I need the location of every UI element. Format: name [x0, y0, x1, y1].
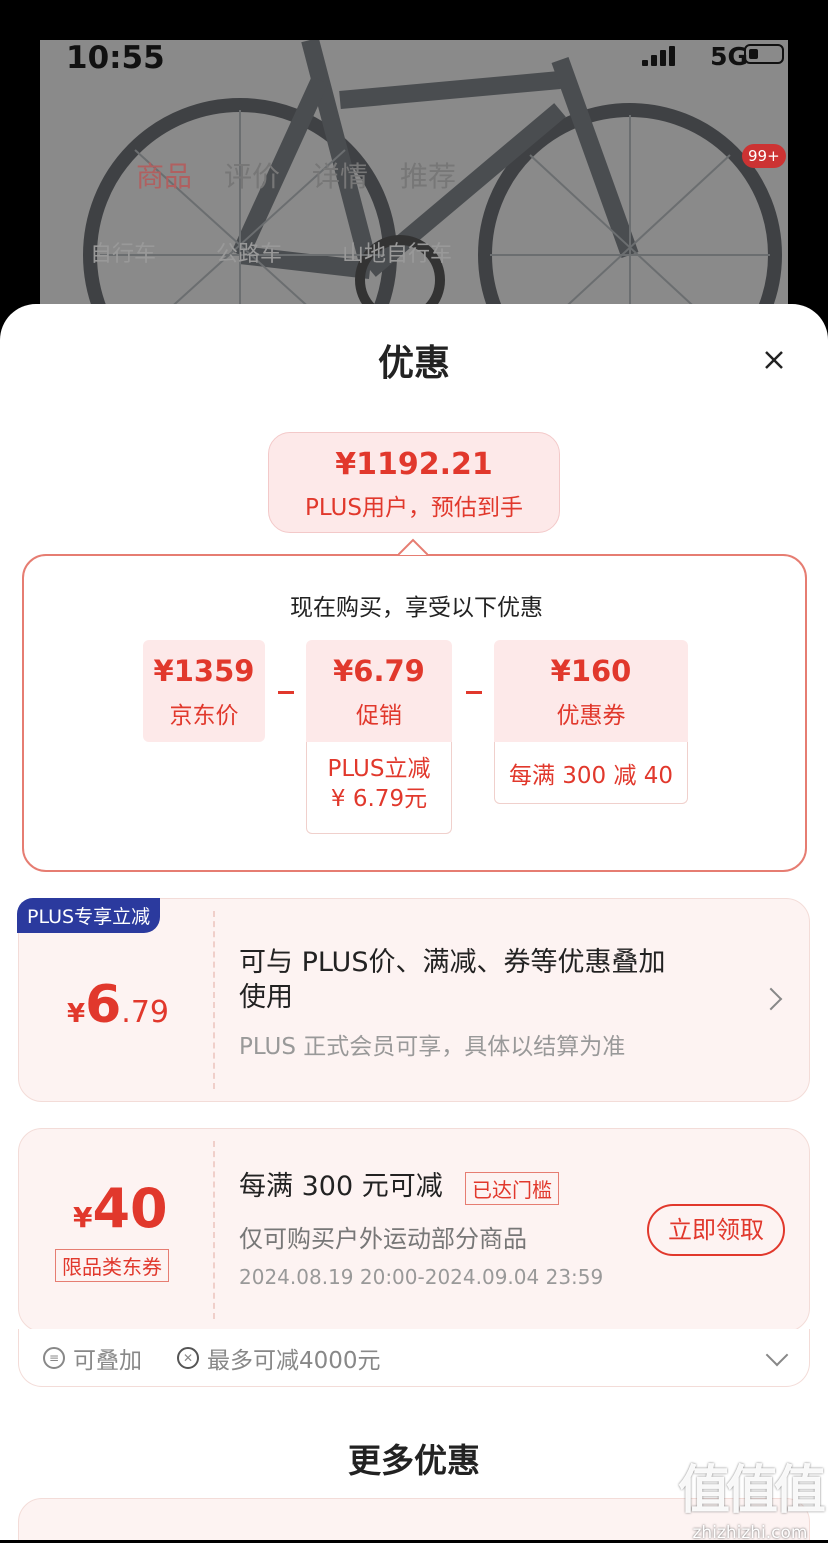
- minus-sign: [278, 691, 294, 694]
- plus-amount: ¥6.79: [67, 975, 169, 1035]
- promo-detail: PLUS立减 ¥ 6.79元: [306, 742, 452, 834]
- coupon-detail: 每满 300 减 40: [494, 742, 688, 804]
- promo-detail-line: PLUS立减: [327, 756, 431, 782]
- bg-tab-details: 详情: [312, 160, 369, 193]
- amount-decimal: .79: [121, 995, 169, 1030]
- plus-card-main-line: 可与 PLUS价、满减、券等优惠叠加: [239, 947, 666, 978]
- plus-card-sub: PLUS 正式会员可享，具体以结算为准: [239, 1034, 626, 1060]
- status-time: 10:55: [66, 40, 165, 76]
- coupon-footer[interactable]: ≡ 可叠加 ✕ 最多可减4000元: [18, 1329, 810, 1387]
- estimated-price: ¥1192.21: [335, 447, 493, 482]
- message-badge: 99+: [742, 144, 786, 168]
- coupon-detail-line: 每满 300 减 40: [508, 763, 674, 789]
- jd-price-value: ¥1359: [153, 654, 255, 688]
- background-tabs: 商品 评价 详情 推荐: [136, 155, 456, 195]
- background-product-page: 10:55 5G 商品 评价 详情 推荐 99+ 自行车 公路车 山地自行车: [40, 40, 788, 340]
- promo-cell: ¥6.79 促销: [306, 640, 452, 742]
- close-icon[interactable]: [760, 346, 788, 374]
- jd-price-cell: ¥1359 京东价: [143, 640, 265, 742]
- bg-search-item: 自行车: [90, 242, 157, 267]
- coupon-card: ¥40 限品类东券 每满 300 元可减 已达门槛 仅可购买户外运动部分商品 2…: [18, 1128, 810, 1332]
- network-type: 5G: [710, 42, 748, 71]
- estimated-price-label: PLUS用户，预估到手: [305, 495, 523, 521]
- plus-card-main: 可与 PLUS价、满减、券等优惠叠加 使用: [239, 945, 665, 1015]
- jd-price-label: 京东价: [169, 703, 239, 729]
- bg-search-item: 山地自行车: [342, 242, 453, 267]
- max-discount-info: ✕ 最多可减4000元: [177, 1341, 381, 1375]
- card-divider: [213, 911, 215, 1089]
- signal-icon: [642, 46, 676, 66]
- coupon-validity: 2024.08.19 20:00-2024.09.04 23:59: [239, 1265, 604, 1289]
- coupon-cell: ¥160 优惠券: [494, 640, 688, 742]
- discount-sheet: 优惠 ¥1192.21 PLUS用户，预估到手 现在购买，享受以下优惠 ¥135…: [0, 304, 828, 1540]
- plus-card-main-line: 使用: [239, 982, 293, 1014]
- claim-coupon-button[interactable]: 立即领取: [647, 1204, 785, 1256]
- card-divider: [213, 1141, 215, 1319]
- status-bar: 10:55 5G: [40, 40, 788, 80]
- coupon-type-tag: 限品类东券: [55, 1249, 169, 1282]
- bg-search-item: 公路车: [216, 242, 283, 267]
- max-icon: ✕: [177, 1347, 199, 1369]
- chevron-right-icon: [759, 987, 783, 1011]
- chevron-down-icon[interactable]: [765, 1343, 789, 1367]
- currency-symbol: ¥: [73, 1201, 93, 1234]
- pointer-arrow: [398, 538, 428, 556]
- estimated-price-box: ¥1192.21 PLUS用户，预估到手: [268, 432, 560, 533]
- coupon-scope: 仅可购买户外运动部分商品: [239, 1225, 527, 1253]
- coupon-value: ¥160: [550, 654, 632, 688]
- coupon-amount: ¥40: [73, 1177, 168, 1240]
- stack-icon: ≡: [43, 1347, 65, 1369]
- minus-sign: [466, 691, 482, 694]
- watermark-brand: 值值值: [677, 1461, 826, 1521]
- coupon-amount-value: 40: [92, 1177, 168, 1240]
- coupon-main: 每满 300 元可减: [239, 1171, 443, 1202]
- plus-discount-card[interactable]: PLUS专享立减 ¥6.79 可与 PLUS价、满减、券等优惠叠加 使用 PLU…: [17, 898, 810, 1102]
- background-search-suggestions: 自行车 公路车 山地自行车: [90, 236, 452, 268]
- price-breakdown-box: 现在购买，享受以下优惠 ¥1359 京东价 ¥6.79 促销 PLUS立减 ¥ …: [22, 554, 807, 872]
- watermark-url: zhizhizhi.com: [692, 1523, 808, 1543]
- stackable-info: ≡ 可叠加: [43, 1341, 142, 1375]
- promo-detail-line: ¥ 6.79元: [330, 786, 428, 812]
- max-discount-label: 最多可减4000元: [207, 1348, 381, 1374]
- stackable-label: 可叠加: [73, 1348, 142, 1374]
- promo-value: ¥6.79: [333, 654, 425, 688]
- sheet-title: 优惠: [377, 343, 450, 384]
- coupon-label: 优惠券: [556, 703, 626, 729]
- bg-tab-recommend: 推荐: [400, 160, 457, 193]
- threshold-met-tag: 已达门槛: [465, 1172, 559, 1205]
- plus-tag: PLUS专享立减: [17, 898, 161, 933]
- currency-symbol: ¥: [67, 999, 86, 1029]
- bg-tab-goods: 商品: [136, 160, 193, 193]
- battery-icon: [744, 44, 784, 64]
- amount-integer: 6: [85, 975, 122, 1035]
- watermark-logo: 值值值 zhizhizhi.com: [676, 1448, 826, 1543]
- breakdown-title: 现在购买，享受以下优惠: [290, 595, 543, 621]
- bg-tab-reviews: 评价: [224, 160, 281, 193]
- promo-label: 促销: [356, 703, 402, 729]
